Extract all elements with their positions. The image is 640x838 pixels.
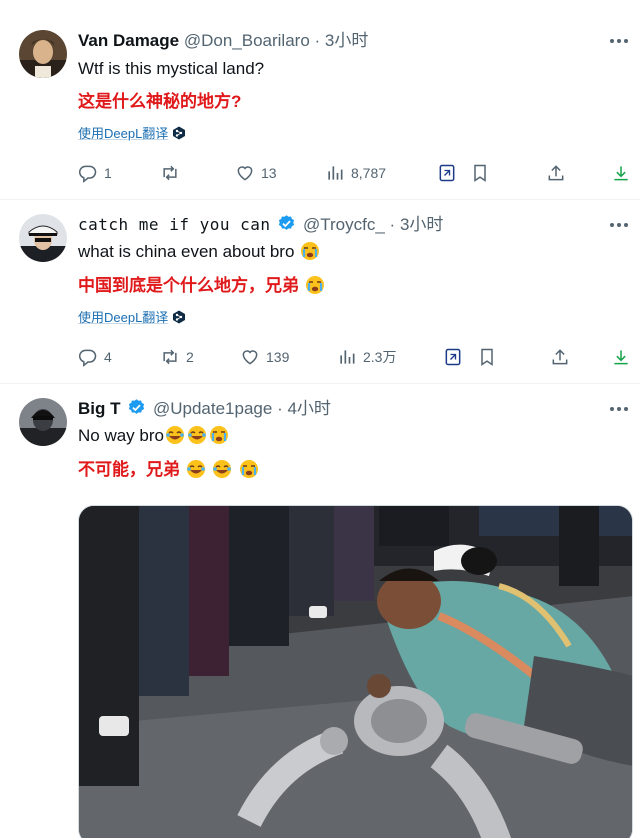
tears-of-joy-face-icon xyxy=(213,460,232,478)
separator: · xyxy=(314,31,321,50)
reply-icon xyxy=(78,349,97,367)
views-button[interactable]: 8,787 xyxy=(325,162,386,184)
loudly-crying-face-icon xyxy=(305,276,324,294)
timestamp[interactable]: 3小时 xyxy=(400,215,443,234)
tweet-1[interactable]: Van Damage @Don_Boarilaro · 3小时 Wtf is t… xyxy=(0,0,640,200)
grok-icon xyxy=(445,348,461,366)
reply-button[interactable]: 4 xyxy=(78,346,112,368)
download-icon xyxy=(614,166,628,181)
display-name[interactable]: Big T xyxy=(78,399,121,418)
avatar[interactable] xyxy=(19,398,67,446)
deepl-icon xyxy=(173,126,186,140)
like-button[interactable]: 13 xyxy=(235,162,277,184)
deepl-icon xyxy=(173,310,186,324)
timestamp[interactable]: 4小时 xyxy=(287,399,330,418)
verified-badge-icon xyxy=(129,399,145,414)
separator: · xyxy=(277,399,283,418)
display-name[interactable]: catch me if you can xyxy=(78,215,271,234)
heart-icon xyxy=(237,166,253,181)
retweet-count: 2 xyxy=(186,349,194,365)
tweet-translation: 中国到底是个什么地方，兄弟 xyxy=(78,276,299,295)
view-count: 8,787 xyxy=(351,165,387,181)
tweet-text: what is china even about bro xyxy=(78,242,295,261)
bookmark-icon xyxy=(474,164,486,182)
download-button[interactable] xyxy=(611,162,631,184)
avatar[interactable] xyxy=(19,30,67,78)
tweet-media-photo[interactable] xyxy=(78,505,633,838)
grok-button[interactable] xyxy=(437,162,457,184)
like-count: 13 xyxy=(261,165,277,181)
like-count: 139 xyxy=(266,349,290,365)
more-options-icon[interactable] xyxy=(608,30,630,52)
retweet-button[interactable]: 2 xyxy=(160,346,194,368)
views-icon xyxy=(328,166,343,180)
retweet-icon xyxy=(163,165,177,181)
display-name[interactable]: Van Damage xyxy=(78,31,179,50)
timestamp[interactable]: 3小时 xyxy=(325,31,368,50)
tweet-translation: 这是什么神秘的地方? xyxy=(78,92,242,111)
tweet-2[interactable]: catch me if you can @Troycfc_ · 3小时 what… xyxy=(0,200,640,383)
views-button[interactable]: 2.3万 xyxy=(337,346,396,368)
grok-button[interactable] xyxy=(443,346,463,368)
verified-badge-icon xyxy=(279,215,295,230)
reply-icon xyxy=(78,165,97,183)
view-count: 2.3万 xyxy=(363,349,397,365)
bookmark-icon xyxy=(481,348,493,366)
tears-of-joy-face-icon xyxy=(187,426,206,444)
grok-icon xyxy=(439,164,455,182)
street-scene-image xyxy=(79,506,632,838)
loudly-crying-face-icon xyxy=(240,460,259,478)
download-icon xyxy=(614,350,628,365)
download-button[interactable] xyxy=(611,346,631,368)
handle[interactable]: @Don_Boarilaro xyxy=(184,31,310,50)
bookmark-button[interactable] xyxy=(477,346,497,368)
heart-icon xyxy=(242,350,258,365)
separator: · xyxy=(389,215,396,234)
bookmark-button[interactable] xyxy=(470,162,490,184)
handle[interactable]: @Update1page xyxy=(153,399,272,418)
deepl-translate-link[interactable]: 使用DeepL翻译 xyxy=(78,126,168,141)
loudly-crying-face-icon xyxy=(209,426,228,444)
share-icon xyxy=(552,349,568,365)
reply-count: 4 xyxy=(104,349,112,365)
more-options-icon[interactable] xyxy=(608,214,630,236)
reply-button[interactable]: 1 xyxy=(78,162,112,184)
avatar[interactable] xyxy=(19,214,67,262)
tears-of-joy-face-icon xyxy=(186,460,205,478)
more-options-icon[interactable] xyxy=(608,398,630,420)
tweet-text: Wtf is this mystical land? xyxy=(78,59,265,78)
tweet-text: No way bro xyxy=(78,426,164,445)
share-icon xyxy=(548,165,564,181)
handle[interactable]: @Troycfc_ xyxy=(303,215,385,234)
retweet-icon xyxy=(163,349,177,365)
like-button[interactable]: 139 xyxy=(240,346,289,368)
deepl-translate-link[interactable]: 使用DeepL翻译 xyxy=(78,310,168,325)
reply-count: 1 xyxy=(104,165,112,181)
views-icon xyxy=(340,350,355,364)
share-button[interactable] xyxy=(550,346,570,368)
retweet-button[interactable] xyxy=(160,162,180,184)
tweet-translation: 不可能，兄弟 xyxy=(78,460,180,479)
tears-of-joy-face-icon xyxy=(165,426,184,444)
share-button[interactable] xyxy=(546,162,566,184)
loudly-crying-face-icon xyxy=(301,242,320,260)
